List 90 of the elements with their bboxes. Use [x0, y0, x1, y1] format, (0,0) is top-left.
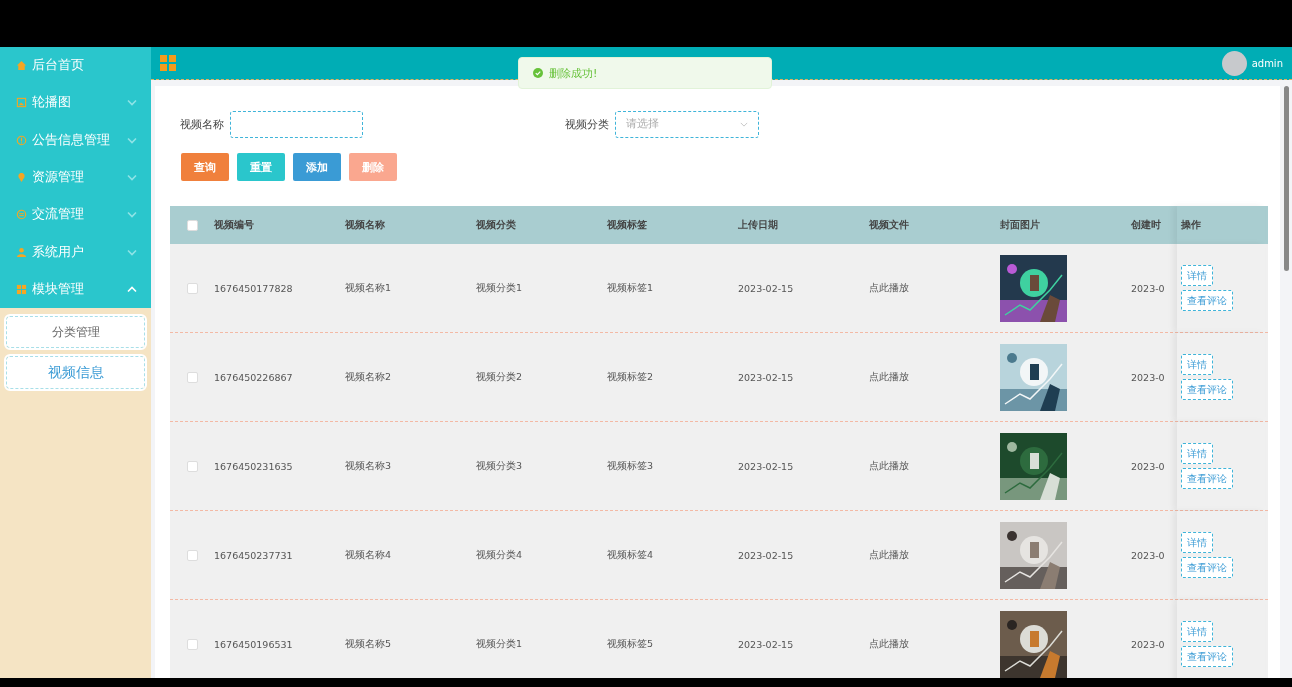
row-action-button[interactable]: 查看评论: [1181, 468, 1233, 489]
table-cell: 2023-02-15: [738, 638, 794, 650]
menu-item[interactable]: 后台首页: [0, 47, 151, 85]
table-cell: 视频分类2: [476, 370, 523, 384]
menu-item[interactable]: 系统用户: [0, 233, 151, 271]
table-cell: 视频分类4: [476, 548, 523, 562]
grid-icon[interactable]: [160, 55, 176, 71]
column-header: 封面图片: [1000, 217, 1041, 232]
column-header: 上传日期: [738, 217, 779, 232]
table-cell: 点此播放: [869, 637, 909, 651]
checkbox[interactable]: [186, 282, 198, 294]
table-cell: 2023-02-15: [738, 282, 794, 294]
table-cell: 点此播放: [869, 548, 909, 562]
checkbox[interactable]: [186, 371, 198, 383]
column-header: 视频编号: [214, 217, 255, 232]
table-cell: 2023-0: [1131, 549, 1165, 561]
table-cell: 2023-0: [1131, 638, 1165, 650]
table-cell: 1676450237731: [214, 549, 293, 561]
table-cell: 视频名称1: [345, 281, 392, 295]
column-header: 操作: [1177, 206, 1265, 244]
avatar[interactable]: [1221, 50, 1247, 76]
column-header: 创建时: [1131, 217, 1162, 232]
submenu-item[interactable]: 分类管理: [6, 316, 145, 349]
scrollbar-thumb[interactable]: [1283, 86, 1289, 271]
table-cell: 视频标签3: [607, 459, 654, 473]
table-cell: 视频分类1: [476, 281, 523, 295]
table-cell: 1676450177828: [214, 282, 293, 294]
table-cell: 2023-0: [1131, 460, 1165, 472]
row-action-button[interactable]: 详情: [1181, 532, 1213, 553]
action-button[interactable]: 重置: [237, 153, 285, 181]
menu-item[interactable]: 模块管理: [0, 270, 151, 309]
row-action-button[interactable]: 查看评论: [1181, 379, 1233, 400]
row-action-button[interactable]: 查看评论: [1181, 557, 1233, 578]
table-cell: 视频名称5: [345, 637, 392, 651]
menu-icon: [16, 172, 27, 184]
user-name[interactable]: admin: [1251, 57, 1283, 69]
checkbox[interactable]: [186, 219, 198, 231]
category-select[interactable]: 请选择: [615, 110, 759, 138]
table-cell: 视频分类1: [476, 637, 523, 651]
row-action-button[interactable]: 详情: [1181, 443, 1213, 464]
menu-icon: [16, 134, 27, 146]
table-cell: 视频标签1: [607, 281, 654, 295]
column-header: 视频名称: [345, 217, 386, 232]
menu-item[interactable]: 资源管理: [0, 158, 151, 197]
table-cell: 视频名称3: [345, 459, 392, 473]
table-cell: 2023-0: [1131, 371, 1165, 383]
row-action-button[interactable]: 查看评论: [1181, 290, 1233, 311]
table-cell: 2023-02-15: [738, 371, 794, 383]
table-cell: 视频分类3: [476, 459, 523, 473]
menu-icon: [16, 60, 27, 72]
checkbox[interactable]: [186, 460, 198, 472]
success-icon: [533, 68, 543, 78]
row-action-button[interactable]: 详情: [1181, 621, 1213, 642]
table-cell: 视频名称4: [345, 548, 392, 562]
table-cell: 视频标签2: [607, 370, 654, 384]
menu-icon: [16, 246, 27, 258]
table-cell: 点此播放: [869, 459, 909, 473]
column-header: 视频分类: [476, 217, 517, 232]
table-cell: 1676450226867: [214, 371, 293, 383]
checkbox[interactable]: [186, 549, 198, 561]
action-button[interactable]: 添加: [293, 153, 341, 181]
menu-item[interactable]: 轮播图: [0, 84, 151, 122]
table-cell: 视频名称2: [345, 370, 392, 384]
checkbox[interactable]: [186, 638, 198, 650]
toast-text: 删除成功!: [549, 65, 598, 81]
row-action-button[interactable]: 详情: [1181, 354, 1213, 375]
menu-icon: [16, 283, 27, 295]
column-header: 视频文件: [869, 217, 910, 232]
table-cell: 1676450196531: [214, 638, 293, 650]
table-cell: 视频标签4: [607, 548, 654, 562]
table-cell: 点此播放: [869, 370, 909, 384]
row-action-button[interactable]: 详情: [1181, 265, 1213, 286]
action-button[interactable]: 查询: [181, 153, 229, 181]
field-label: 视频分类: [565, 116, 609, 132]
table-cell: 1676450231635: [214, 460, 293, 472]
menu-icon: [16, 97, 27, 109]
row-action-button[interactable]: 查看评论: [1181, 646, 1233, 667]
table-cell: 2023-02-15: [738, 460, 794, 472]
menu-item[interactable]: 公告信息管理: [0, 121, 151, 159]
table-cell: 2023-02-15: [738, 549, 794, 561]
field-label: 视频名称: [180, 116, 224, 132]
table-cell: 2023-0: [1131, 282, 1165, 294]
table-cell: 视频标签5: [607, 637, 654, 651]
menu-icon: [16, 209, 27, 221]
column-header: 视频标签: [607, 217, 648, 232]
caret-icon: [740, 121, 748, 127]
menu-item[interactable]: 交流管理: [0, 196, 151, 234]
table-cell: 点此播放: [869, 281, 909, 295]
name-input[interactable]: [230, 110, 363, 138]
submenu-item[interactable]: 视频信息: [6, 356, 145, 390]
